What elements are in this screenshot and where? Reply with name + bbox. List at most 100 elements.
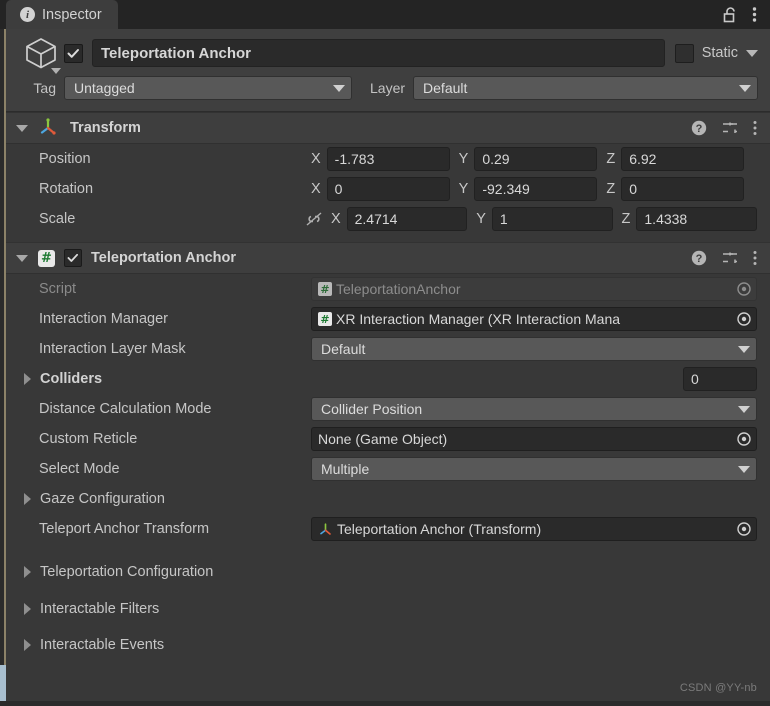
colliders-row: Colliders 0 [6, 364, 770, 394]
teleportation-configuration-foldout-icon[interactable] [24, 566, 31, 578]
interactable-filters-foldout[interactable]: Interactable Filters [6, 591, 770, 627]
constrained-proportions-off-icon[interactable] [305, 211, 323, 227]
transform-scale-row: Scale X 2.4714 Y 1 Z 1.4338 [6, 204, 770, 234]
object-picker-icon[interactable] [734, 519, 754, 539]
teleportation-configuration-label: Teleportation Configuration [40, 564, 214, 580]
axis-y-label: Y [458, 151, 469, 167]
rotation-x-input[interactable]: 0 [326, 177, 450, 201]
csharp-script-icon: # [318, 282, 332, 296]
interaction-manager-field[interactable]: # XR Interaction Manager (XR Interaction… [311, 307, 757, 331]
teleportation-anchor-title: Teleportation Anchor [91, 250, 236, 266]
teleportation-anchor-foldout-icon[interactable] [16, 254, 28, 262]
window-bottom-bar [0, 701, 770, 706]
interactable-events-foldout-icon[interactable] [24, 639, 31, 651]
teleport-anchor-transform-value: Teleportation Anchor (Transform) [337, 521, 542, 537]
position-x-input[interactable]: -1.783 [326, 147, 450, 171]
kebab-menu-icon[interactable] [753, 250, 757, 266]
rotation-z-value: 0 [629, 181, 637, 197]
tab-inspector-label: Inspector [42, 6, 102, 23]
panel-edge-shadow [0, 29, 4, 706]
scale-y-value: 1 [499, 211, 508, 227]
tag-label: Tag [33, 80, 56, 96]
tag-dropdown[interactable]: Untagged [64, 76, 352, 100]
tab-inspector[interactable]: i Inspector [6, 0, 118, 29]
preset-sliders-icon[interactable] [722, 120, 738, 136]
distance-calculation-mode-row: Distance Calculation Mode Collider Posit… [6, 394, 770, 424]
axis-x-label: X [311, 151, 321, 167]
rotation-y-value: -92.349 [482, 181, 530, 197]
unlocked-padlock-icon[interactable] [723, 6, 738, 23]
interaction-layer-mask-row: Interaction Layer Mask Default [6, 334, 770, 364]
static-checkbox[interactable] [674, 43, 694, 63]
rotation-z-input[interactable]: 0 [621, 177, 745, 201]
position-z-input[interactable]: 6.92 [621, 147, 745, 171]
object-picker-icon[interactable] [734, 309, 754, 329]
teleportation-configuration-foldout[interactable]: Teleportation Configuration [6, 553, 770, 591]
interaction-layer-mask-label: Interaction Layer Mask [39, 341, 186, 357]
inspector-window: i Inspector Teleportation Anchor Static … [0, 0, 770, 706]
svg-text:?: ? [696, 253, 703, 265]
teleport-anchor-transform-label: Teleport Anchor Transform [39, 521, 210, 537]
select-mode-label: Select Mode [39, 461, 120, 477]
scrollbar-thumb[interactable] [0, 665, 6, 701]
gaze-configuration-foldout-icon[interactable] [24, 493, 31, 505]
rotation-x-value: 0 [334, 181, 343, 197]
colliders-foldout-icon[interactable] [24, 373, 31, 385]
transform-foldout-icon[interactable] [16, 124, 28, 132]
transform-component-header[interactable]: Transform ? [6, 112, 770, 144]
select-mode-row: Select Mode Multiple [6, 454, 770, 484]
scale-z-input[interactable]: 1.4338 [636, 207, 758, 231]
transform-rotation-row: Rotation X 0 Y -92.349 Z 0 [6, 174, 770, 204]
colliders-label-group[interactable]: Colliders [6, 371, 311, 387]
chevron-down-icon [333, 84, 345, 92]
help-circle-icon[interactable]: ? [691, 250, 707, 266]
teleportation-anchor-body: Script # TeleportationAnchor Interaction… [6, 274, 770, 663]
csharp-script-icon: # [38, 249, 55, 267]
transform-title: Transform [70, 120, 141, 136]
chevron-down-icon [738, 345, 750, 353]
layer-value: Default [423, 80, 468, 96]
interaction-layer-mask-dropdown[interactable]: Default [311, 337, 757, 361]
scale-z-value: 1.4338 [644, 211, 688, 227]
position-x-value: -1.783 [334, 151, 375, 167]
position-y-input[interactable]: 0.29 [474, 147, 598, 171]
chevron-down-icon [738, 465, 750, 473]
kebab-menu-icon[interactable] [753, 120, 757, 136]
teleport-anchor-transform-field[interactable]: Teleportation Anchor (Transform) [311, 517, 757, 541]
gaze-configuration-foldout[interactable]: Gaze Configuration [6, 484, 770, 514]
teleportation-anchor-component-header[interactable]: # Teleportation Anchor ? [6, 242, 770, 274]
gameobject-enabled-checkbox[interactable] [64, 43, 83, 63]
axis-z-label: Z [606, 151, 616, 167]
preset-sliders-icon[interactable] [722, 250, 738, 266]
transform-axis-gizmo-icon [38, 117, 58, 140]
tag-value: Untagged [74, 80, 135, 96]
interaction-manager-label: Interaction Manager [39, 311, 168, 327]
scale-x-value: 2.4714 [354, 211, 398, 227]
rotation-label: Rotation [39, 181, 94, 197]
rotation-y-input[interactable]: -92.349 [474, 177, 598, 201]
csharp-script-icon: # [318, 312, 332, 326]
gameobject-name-input[interactable]: Teleportation Anchor [92, 39, 665, 67]
layer-dropdown[interactable]: Default [413, 76, 758, 100]
object-picker-icon[interactable] [734, 429, 754, 449]
help-circle-icon[interactable]: ? [691, 120, 707, 136]
select-mode-dropdown[interactable]: Multiple [311, 457, 757, 481]
distance-calculation-mode-label: Distance Calculation Mode [39, 401, 212, 417]
distance-calculation-mode-value: Collider Position [321, 401, 423, 417]
interactable-events-foldout[interactable]: Interactable Events [6, 627, 770, 663]
teleportation-anchor-enabled-checkbox[interactable] [64, 249, 82, 267]
cube-icon[interactable] [18, 36, 64, 74]
static-dropdown-caret-icon[interactable] [746, 49, 758, 57]
scale-y-input[interactable]: 1 [491, 207, 613, 231]
scale-x-input[interactable]: 2.4714 [346, 207, 468, 231]
interactable-filters-foldout-icon[interactable] [24, 603, 31, 615]
chevron-down-icon [739, 84, 751, 92]
select-mode-value: Multiple [321, 461, 370, 477]
custom-reticle-row: Custom Reticle None (Game Object) [6, 424, 770, 454]
distance-calculation-mode-dropdown[interactable]: Collider Position [311, 397, 757, 421]
kebab-menu-icon[interactable] [752, 6, 757, 23]
position-y-value: 0.29 [482, 151, 510, 167]
custom-reticle-field[interactable]: None (Game Object) [311, 427, 757, 451]
axis-x-label: X [330, 211, 341, 227]
colliders-count-input[interactable]: 0 [683, 367, 757, 391]
